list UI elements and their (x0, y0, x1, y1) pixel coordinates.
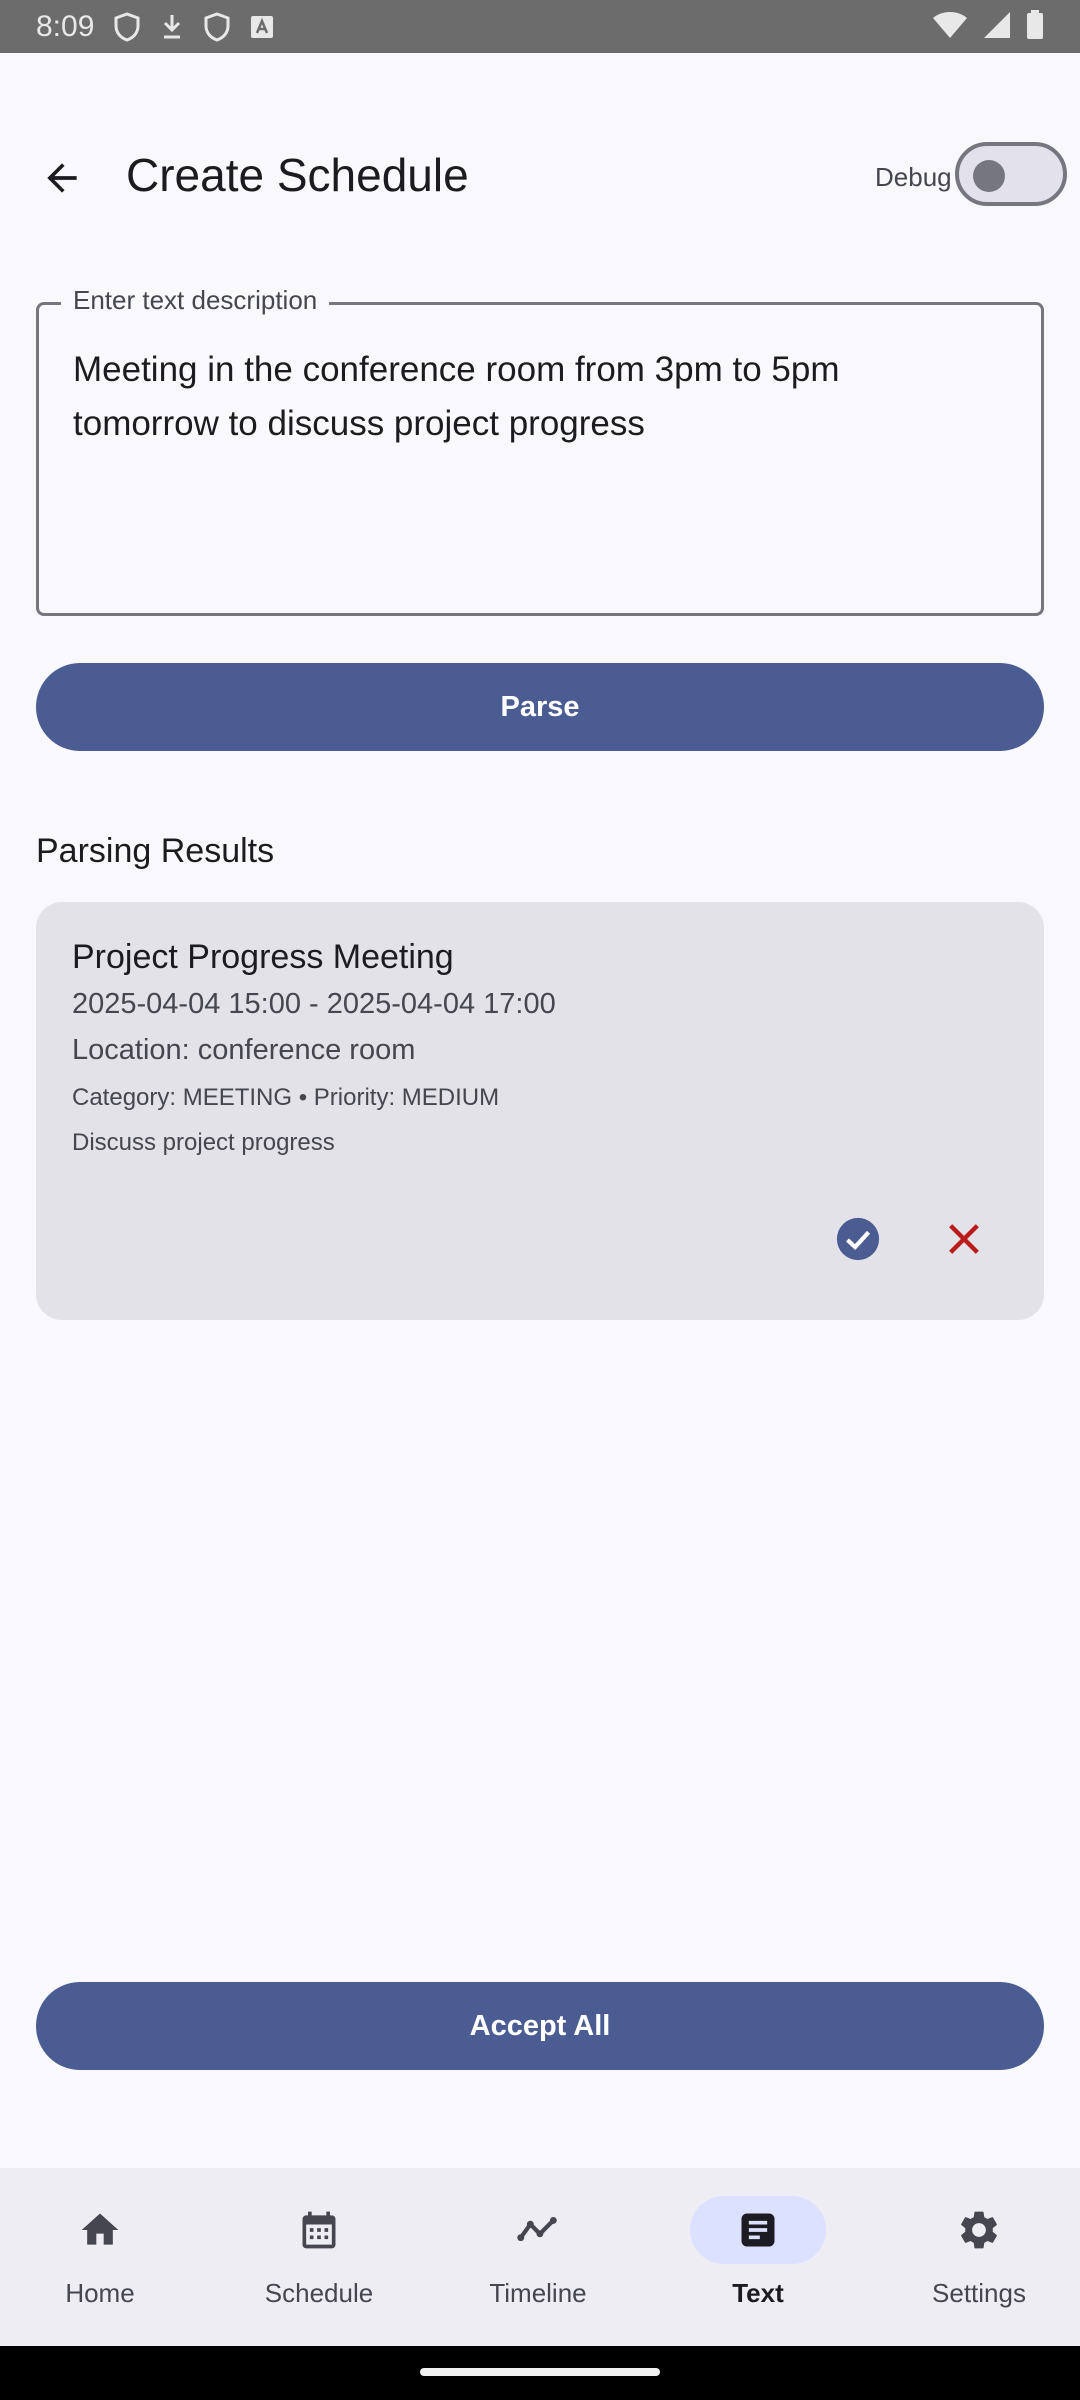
nav-label-settings: Settings (932, 2278, 1026, 2308)
home-icon (81, 2213, 119, 2245)
check-circle-icon (836, 1217, 880, 1261)
result-description: Discuss project progress (72, 1129, 335, 1156)
page-title: Create Schedule (126, 149, 469, 201)
battery-icon (1027, 10, 1043, 39)
nav-item-settings[interactable]: Settings (879, 2196, 1079, 2326)
result-meta: Category: MEETING • Priority: MEDIUM (72, 1084, 500, 1111)
result-title: Project Progress Meeting (72, 938, 454, 976)
font-icon (251, 15, 274, 38)
status-bar: 8:09 (0, 0, 1080, 53)
results-heading: Parsing Results (36, 832, 275, 870)
signal-icon (984, 12, 1010, 38)
nav-label-text: Text (732, 2278, 784, 2308)
result-location: Location: conference room (72, 1034, 416, 1066)
wifi-icon (933, 12, 967, 38)
bottom-navigation: Home Schedule Timeline Text Settings (0, 2168, 1080, 2346)
toggle-knob (973, 160, 1005, 192)
nav-item-home[interactable]: Home (0, 2196, 200, 2326)
debug-label: Debug (875, 162, 952, 192)
debug-toggle[interactable] (955, 142, 1067, 206)
status-time: 8:09 (36, 9, 95, 43)
timeline-icon (517, 2216, 557, 2242)
download-icon (164, 14, 181, 38)
nav-item-text[interactable]: Text (658, 2196, 858, 2326)
description-input[interactable]: Enter text description Meeting in the co… (36, 285, 1044, 616)
nav-label-timeline: Timeline (489, 2278, 587, 2308)
parse-button[interactable]: Parse (36, 663, 1044, 751)
nav-label-home: Home (65, 2278, 135, 2308)
result-time-range: 2025-04-04 15:00 - 2025-04-04 17:00 (72, 988, 556, 1020)
shield-icon (204, 11, 230, 42)
nav-indicator-home (32, 2196, 168, 2264)
calendar-icon (302, 2211, 336, 2249)
article-icon (741, 2213, 775, 2247)
description-input-value[interactable]: Meeting in the conference room from 3pm … (73, 343, 993, 451)
nav-item-schedule[interactable]: Schedule (219, 2196, 419, 2326)
shield-icon (114, 11, 140, 42)
close-icon (949, 1224, 979, 1254)
nav-indicator-settings (911, 2196, 1047, 2264)
accept-all-button[interactable]: Accept All (36, 1982, 1044, 2070)
accept-result-button[interactable] (822, 1203, 894, 1275)
description-input-label: Enter text description (61, 285, 330, 316)
gesture-pill[interactable] (420, 2368, 660, 2376)
back-button[interactable] (30, 146, 94, 210)
nav-label-schedule: Schedule (264, 2278, 374, 2308)
nav-indicator-text (690, 2196, 826, 2264)
app-bar: Create Schedule Debug (0, 118, 1080, 234)
result-card: Project Progress Meeting 2025-04-04 15:0… (36, 902, 1044, 1320)
reject-result-button[interactable] (928, 1203, 1000, 1275)
gesture-area (0, 2346, 1080, 2400)
nav-item-timeline[interactable]: Timeline (438, 2196, 638, 2326)
arrow-back-icon (47, 163, 77, 193)
nav-indicator-schedule (251, 2196, 387, 2264)
gear-icon (961, 2211, 997, 2249)
nav-indicator-timeline (470, 2196, 606, 2264)
